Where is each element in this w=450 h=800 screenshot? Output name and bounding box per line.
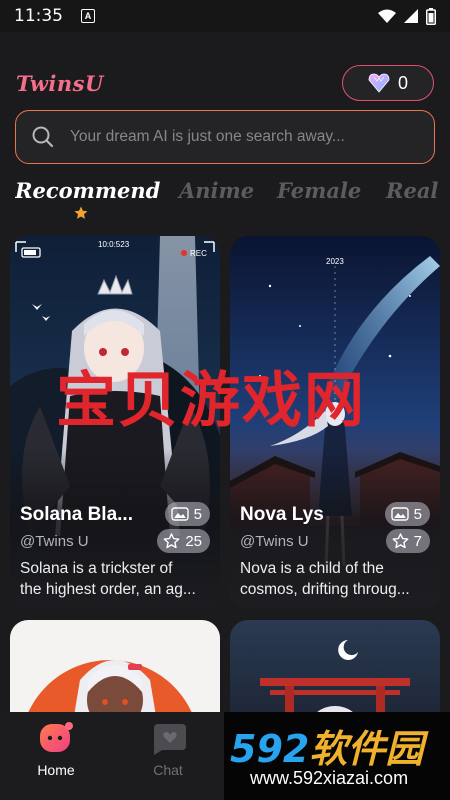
- character-grid: REC 10:0:523 5 25 Solana Bla... @Twins U…: [10, 236, 440, 712]
- character-name: Nova Lys: [240, 504, 324, 525]
- watermark-chinese-text: 宝贝游戏网: [56, 366, 366, 436]
- creator-handle: @Twins U: [20, 533, 89, 550]
- search-bar[interactable]: Your dream AI is just one search away...: [15, 110, 435, 164]
- chat-bubble-icon: [154, 724, 186, 755]
- image-count: 5: [413, 505, 422, 523]
- watermark-brand: 592软件园: [230, 727, 424, 771]
- image-count-badge: 5: [384, 502, 430, 526]
- home-blob-icon: [40, 722, 73, 752]
- battery-icon: [426, 7, 436, 25]
- like-count-badge: 7: [385, 529, 430, 553]
- character-name: Solana Bla...: [20, 504, 133, 525]
- gem-count: 0: [397, 72, 408, 93]
- tab-real[interactable]: Real: [386, 178, 438, 203]
- tab-recommend[interactable]: Recommend: [15, 178, 160, 203]
- cell-signal-icon: [404, 8, 418, 23]
- timer-label: 10:0:523: [98, 240, 130, 249]
- character-card[interactable]: [230, 620, 440, 712]
- nav-chat[interactable]: Chat: [128, 720, 208, 778]
- character-artwork: [10, 620, 220, 712]
- wifi-icon: [378, 9, 396, 23]
- search-placeholder: Your dream AI is just one search away...: [70, 128, 345, 145]
- notification-a-icon: A: [81, 9, 95, 23]
- app-header: TwinsU 0: [16, 64, 434, 102]
- star-outline-icon: [163, 533, 180, 549]
- tab-female[interactable]: Female: [277, 178, 361, 203]
- diamond-icon: [368, 73, 390, 93]
- image-count: 5: [193, 505, 202, 523]
- character-description: Solana is a trickster of the highest ord…: [20, 560, 196, 598]
- like-count-badge: 25: [157, 529, 210, 553]
- nav-home-label: Home: [37, 762, 75, 778]
- like-count: 7: [413, 532, 422, 550]
- character-card[interactable]: [10, 620, 220, 712]
- image-icon: [390, 507, 409, 521]
- image-count-badge: 5: [164, 502, 210, 526]
- creator-handle: @Twins U: [240, 533, 309, 550]
- search-icon: [32, 126, 54, 148]
- overlay-year: 2023: [326, 257, 344, 266]
- like-count: 25: [185, 532, 202, 550]
- active-tab-star-icon: [74, 206, 88, 219]
- character-artwork: [230, 620, 440, 712]
- rec-label: REC: [190, 249, 207, 258]
- status-bar: 11:35 A: [0, 0, 450, 32]
- watermark-url: www.592xiazai.com: [250, 768, 409, 788]
- status-time: 11:35: [14, 6, 63, 26]
- site-watermark: 592软件园 www.592xiazai.com: [224, 712, 450, 800]
- image-icon: [170, 507, 189, 521]
- gem-balance-button[interactable]: 0: [342, 65, 434, 101]
- character-description: Nova is a child of the cosmos, drifting …: [240, 560, 410, 598]
- tab-anime[interactable]: Anime: [179, 178, 254, 203]
- nav-home[interactable]: Home: [16, 720, 96, 778]
- nav-chat-label: Chat: [153, 762, 183, 778]
- star-outline-icon: [392, 533, 409, 549]
- app-logo: TwinsU: [16, 70, 104, 96]
